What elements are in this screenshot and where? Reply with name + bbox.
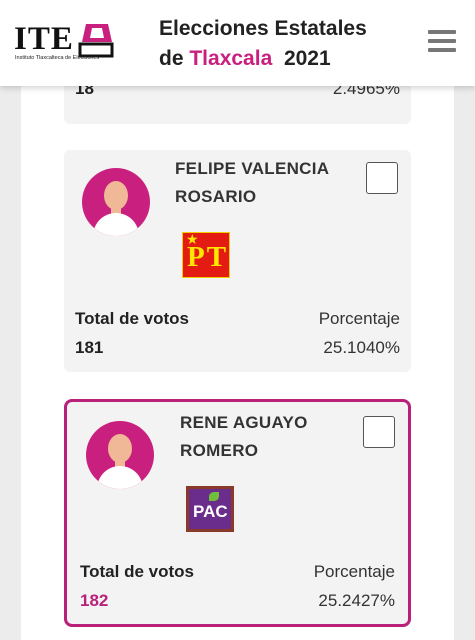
candidate-name: FELIPE VALENCIA ROSARIO xyxy=(175,155,329,211)
candidate-name: RENE AGUAYO ROMERO xyxy=(180,409,308,465)
title-de: de xyxy=(159,47,184,70)
pt-party-logo-icon: ★ PT xyxy=(182,231,230,278)
percentage-label: Porcentaje xyxy=(318,309,400,328)
candidate-name-line2: ROMERO xyxy=(180,441,259,460)
votes-value: 181 xyxy=(75,338,104,357)
percentage-value: 25.2427% xyxy=(318,591,395,610)
ite-logo[interactable]: ITE Instituto Tlaxcalteca de Elecciones xyxy=(14,22,114,66)
candidate-avatar-icon xyxy=(82,168,150,236)
total-votes-label: Total de votos xyxy=(80,562,194,581)
candidate-name-line1: FELIPE VALENCIA xyxy=(175,159,330,178)
votes-value: 182 xyxy=(80,591,109,610)
percentage-label: Porcentaje xyxy=(313,562,395,581)
title-state: Tlaxcala xyxy=(189,47,273,70)
select-candidate-checkbox[interactable] xyxy=(363,416,395,448)
candidate-name-line1: RENE AGUAYO xyxy=(180,413,308,432)
candidate-avatar-icon xyxy=(86,421,154,489)
title-year: 2021 xyxy=(283,47,331,70)
title-line2: de Tlaxcala 2021 xyxy=(159,44,367,74)
logo-text: ITE xyxy=(14,21,74,57)
ballot-box-icon xyxy=(78,24,114,58)
hamburger-menu-icon[interactable] xyxy=(428,30,456,54)
candidate-card-highlighted: RENE AGUAYO ROMERO PAC Total de votos Po… xyxy=(64,399,411,627)
logo-subtitle: Instituto Tlaxcalteca de Elecciones xyxy=(15,55,100,61)
title-line1: Elecciones Estatales xyxy=(159,17,367,40)
select-candidate-checkbox[interactable] xyxy=(366,162,398,194)
candidate-card: FELIPE VALENCIA ROSARIO ★ PT Total de vo… xyxy=(64,150,411,372)
app-header: ITE Instituto Tlaxcalteca de Elecciones … xyxy=(0,0,475,86)
total-votes-label: Total de votos xyxy=(75,309,189,328)
percentage-value: 25.1040% xyxy=(323,338,400,357)
page-title: Elecciones Estatales de Tlaxcala 2021 xyxy=(159,14,367,74)
candidate-name-line2: ROSARIO xyxy=(175,187,257,206)
pac-party-logo-icon: PAC xyxy=(186,486,234,532)
